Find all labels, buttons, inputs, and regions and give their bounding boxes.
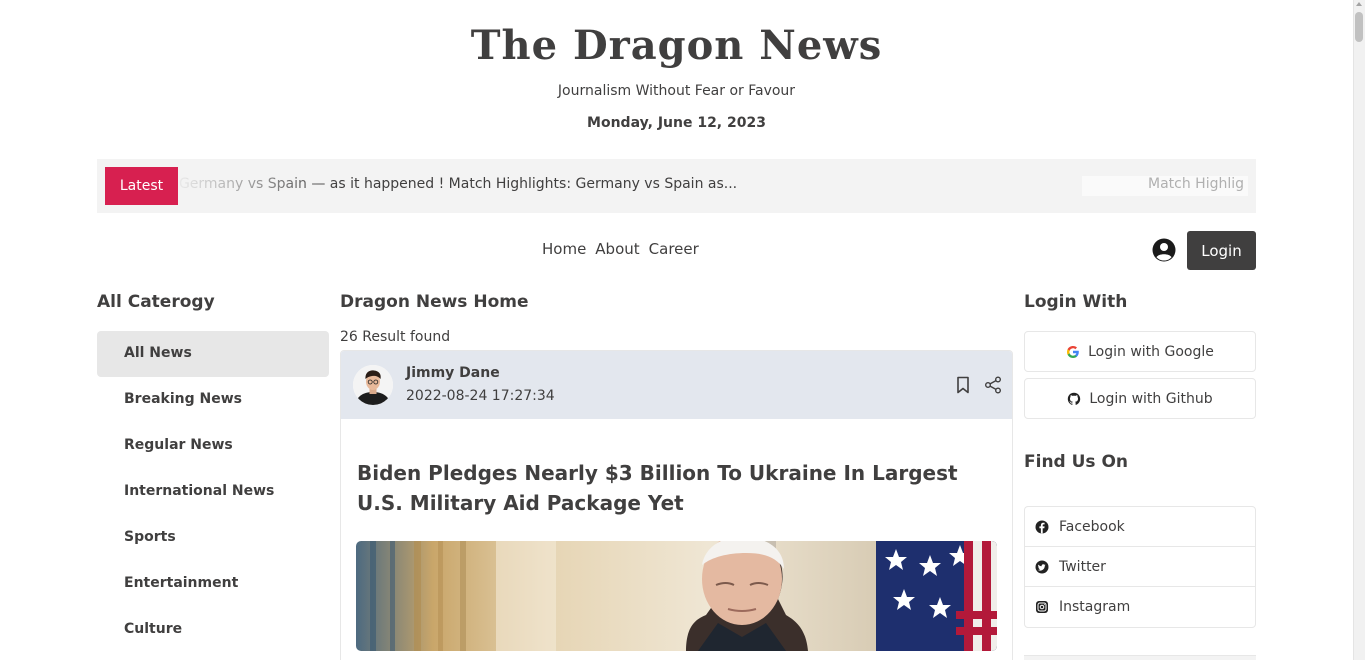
latest-button[interactable]: Latest xyxy=(105,167,178,205)
user-circle-icon[interactable] xyxy=(1152,238,1176,262)
category-sports[interactable]: Sports xyxy=(97,515,329,561)
social-facebook-link[interactable]: Facebook xyxy=(1025,507,1255,547)
find-us-title: Find Us On xyxy=(1024,452,1129,472)
login-github-label: Login with Github xyxy=(1089,390,1213,407)
marquee-tail[interactable]: Match Highlig xyxy=(1082,176,1248,196)
login-google-label: Login with Google xyxy=(1088,343,1214,360)
category-culture[interactable]: Culture xyxy=(97,607,329,653)
google-icon xyxy=(1067,345,1079,358)
author-avatar xyxy=(353,365,393,405)
instagram-icon xyxy=(1036,601,1048,613)
current-date: Monday, June 12, 2023 xyxy=(587,115,766,131)
login-button[interactable]: Login xyxy=(1187,231,1256,270)
qzone-section xyxy=(1024,655,1256,660)
marquee-fade xyxy=(179,176,339,196)
scroll-thumb[interactable] xyxy=(1355,12,1363,42)
category-title: All Caterogy xyxy=(97,292,215,312)
facebook-icon xyxy=(1035,520,1049,533)
author-photo xyxy=(353,365,393,405)
login-google-button[interactable]: Login with Google xyxy=(1024,331,1256,372)
social-instagram-link[interactable]: Instagram xyxy=(1025,587,1255,627)
social-links: Facebook Twitter Instagram xyxy=(1024,506,1256,628)
category-breaking-news[interactable]: Breaking News xyxy=(97,377,329,423)
publish-date: 2022-08-24 17:27:34 xyxy=(406,388,555,404)
category-international-news[interactable]: International News xyxy=(97,469,329,515)
marquee-tail-text[interactable]: Match Highlig xyxy=(1148,176,1244,192)
social-twitter-link[interactable]: Twitter xyxy=(1025,547,1255,587)
social-facebook-label: Facebook xyxy=(1059,518,1125,535)
news-headline[interactable]: Biden Pledges Nearly $3 Billion To Ukrai… xyxy=(357,458,997,518)
page-scrollbar[interactable] xyxy=(1353,0,1365,660)
login-with-title: Login With xyxy=(1024,292,1128,312)
author-name: Jimmy Dane xyxy=(406,365,500,381)
category-regular-news[interactable]: Regular News xyxy=(97,423,329,469)
news-image[interactable] xyxy=(356,541,997,651)
news-card: Jimmy Dane 2022-08-24 17:27:34 Biden Ple… xyxy=(340,350,1013,660)
github-icon xyxy=(1068,392,1081,405)
category-all-news[interactable]: All News xyxy=(97,331,329,377)
scroll-up-arrow-icon[interactable] xyxy=(1356,2,1362,6)
twitter-icon xyxy=(1035,560,1049,573)
nav-home-link[interactable]: Home xyxy=(542,240,586,258)
category-list: All News Breaking News Regular News Inte… xyxy=(97,331,329,653)
news-ticker: Latest ts: Germany vs Spain — as it happ… xyxy=(97,159,1256,213)
news-photo xyxy=(356,541,997,651)
main-nav: Home About Career xyxy=(542,240,699,258)
bookmark-icon[interactable] xyxy=(955,376,971,394)
tagline: Journalism Without Fear or Favour xyxy=(557,83,796,99)
main-title: Dragon News Home xyxy=(340,292,529,312)
login-github-button[interactable]: Login with Github xyxy=(1024,378,1256,419)
category-entertainment[interactable]: Entertainment xyxy=(97,561,329,607)
site-title: The Dragon News xyxy=(470,22,883,69)
nav-about-link[interactable]: About xyxy=(595,240,639,258)
result-count: 26 Result found xyxy=(340,329,451,345)
social-instagram-label: Instagram xyxy=(1059,599,1131,615)
card-header: Jimmy Dane 2022-08-24 17:27:34 xyxy=(341,351,1012,419)
share-icon[interactable] xyxy=(984,376,1002,394)
nav-career-link[interactable]: Career xyxy=(649,240,699,258)
social-twitter-label: Twitter xyxy=(1059,558,1106,575)
